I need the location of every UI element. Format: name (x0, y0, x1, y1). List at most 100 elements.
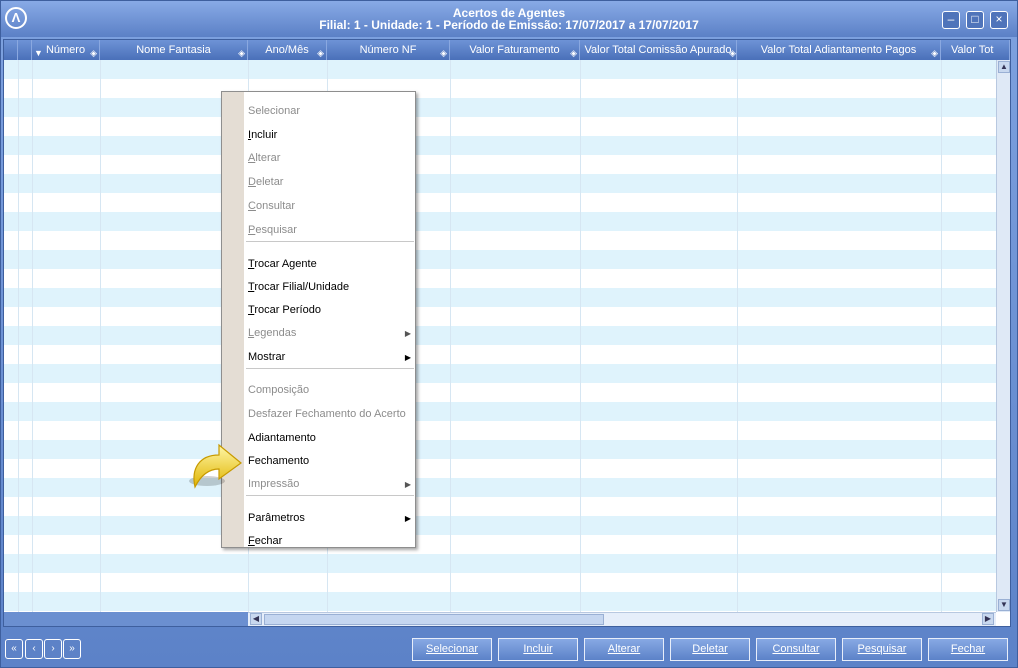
menu-item-pesquisar[interactable]: Pesquisar (248, 224, 297, 236)
table-row[interactable] (4, 250, 996, 269)
menu-item-label: rocar Período (254, 304, 321, 316)
consultar-button[interactable]: Consultar (756, 638, 836, 661)
next-record-icon[interactable]: › (44, 639, 62, 659)
data-grid[interactable]: ▼ Número ◈ Nome Fantasia ◈ Ano/Mês ◈ Núm… (3, 39, 1011, 627)
menu-item-legendas[interactable]: Legendas (248, 327, 296, 339)
table-row[interactable] (4, 592, 996, 611)
table-row[interactable] (4, 440, 996, 459)
menu-item-accelerator: F (248, 535, 255, 547)
table-row[interactable] (4, 212, 996, 231)
window-subtitle: Filial: 1 - Unidade: 1 - Período de Emis… (319, 18, 699, 32)
table-row[interactable] (4, 478, 996, 497)
table-row[interactable] (4, 535, 996, 554)
horizontal-scroll-thumb[interactable] (264, 614, 604, 625)
menu-item-accelerator: D (248, 176, 256, 188)
horizontal-scrollbar[interactable]: ◀ ▶ (248, 612, 996, 626)
menu-item-trocar-filial-unidade[interactable]: Trocar Filial/Unidade (248, 281, 349, 293)
grid-header-spacer (4, 40, 18, 60)
table-row[interactable] (4, 269, 996, 288)
table-row[interactable] (4, 155, 996, 174)
table-row[interactable] (4, 174, 996, 193)
column-header-ano-mes[interactable]: Ano/Mês ◈ (248, 40, 327, 60)
menu-item-label: Mostrar (248, 351, 286, 363)
table-row[interactable] (4, 364, 996, 383)
column-header-nome-fantasia[interactable]: Nome Fantasia ◈ (100, 40, 248, 60)
menu-item-alterar[interactable]: Alterar (248, 152, 280, 164)
grid-rows[interactable] (4, 60, 996, 612)
column-header-valor-faturamento[interactable]: Valor Faturamento ◈ (450, 40, 580, 60)
table-row[interactable] (4, 554, 996, 573)
grid-column-divider (737, 60, 738, 612)
column-header-numero-nf[interactable]: Número NF ◈ (327, 40, 450, 60)
menu-item-deletar[interactable]: Deletar (248, 176, 283, 188)
first-record-icon[interactable]: « (5, 639, 23, 659)
selecionar-button[interactable]: Selecionar (412, 638, 492, 661)
grid-column-divider (941, 60, 942, 612)
table-row[interactable] (4, 573, 996, 592)
menu-item-selecionar[interactable]: Selecionar (248, 105, 300, 117)
menu-item-label: rocar Agente (254, 258, 317, 270)
table-row[interactable] (4, 98, 996, 117)
scroll-up-icon[interactable]: ▲ (998, 61, 1010, 73)
vertical-scrollbar[interactable]: ▲ ▼ (996, 60, 1010, 612)
table-row[interactable] (4, 345, 996, 364)
table-row[interactable] (4, 193, 996, 212)
table-row[interactable] (4, 79, 996, 98)
submenu-arrow-icon: ▶ (404, 514, 411, 523)
menu-item-label: Adiantamento (248, 432, 316, 444)
menu-item-label: echar (254, 535, 283, 547)
menu-item-fechar[interactable]: Fechar (248, 535, 282, 547)
table-row[interactable] (4, 117, 996, 136)
menu-item-label: eletar (255, 176, 284, 188)
table-row[interactable] (4, 326, 996, 345)
table-row[interactable] (4, 383, 996, 402)
column-header-valor-tot[interactable]: Valor Tot (941, 40, 1010, 60)
menu-item-label: ncluir (251, 129, 278, 141)
menu-item-incluir[interactable]: Incluir (248, 129, 277, 141)
table-row[interactable] (4, 497, 996, 516)
menu-item-impressão[interactable]: Impressão (248, 478, 299, 490)
column-filter-icon: ◈ (90, 48, 97, 58)
pesquisar-button[interactable]: Pesquisar (842, 638, 922, 661)
table-row[interactable] (4, 136, 996, 155)
table-row[interactable] (4, 231, 996, 250)
incluir-button[interactable]: Incluir (498, 638, 578, 661)
menu-item-mostrar[interactable]: Mostrar (248, 351, 285, 363)
menu-item-adiantamento[interactable]: Adiantamento (248, 432, 316, 444)
alterar-button[interactable]: Alterar (584, 638, 664, 661)
column-header-numero[interactable]: ▼ Número ◈ (32, 40, 100, 60)
menu-item-trocar-agente[interactable]: Trocar Agente (248, 258, 317, 270)
scroll-down-icon[interactable]: ▼ (998, 599, 1010, 611)
column-header-valor-total-comissao[interactable]: Valor Total Comissão Apurado ◈ (580, 40, 737, 60)
table-row[interactable] (4, 459, 996, 478)
scroll-left-icon[interactable]: ◀ (250, 613, 262, 625)
table-row[interactable] (4, 288, 996, 307)
menu-item-label: Desfazer Fechamento do Acerto (248, 408, 406, 420)
menu-item-composição[interactable]: Composição (248, 384, 309, 396)
submenu-arrow-icon: ▶ (404, 329, 411, 338)
submenu-arrow-icon: ▶ (404, 480, 411, 489)
menu-item-desfazer-fechamento-do-acerto[interactable]: Desfazer Fechamento do Acerto (248, 408, 406, 420)
table-row[interactable] (4, 402, 996, 421)
menu-item-label: onsultar (255, 200, 296, 212)
menu-item-trocar-período[interactable]: Trocar Período (248, 304, 321, 316)
last-record-icon[interactable]: » (63, 639, 81, 659)
table-row[interactable] (4, 421, 996, 440)
previous-record-icon[interactable]: ‹ (25, 639, 43, 659)
menu-item-accelerator: C (248, 200, 256, 212)
minimize-icon[interactable]: – (942, 11, 960, 29)
menu-item-consultar[interactable]: Consultar (248, 200, 295, 212)
table-row[interactable] (4, 516, 996, 535)
curved-arrow-cursor-icon (189, 443, 242, 489)
menu-item-parâmetros[interactable]: Parâmetros (248, 512, 305, 524)
column-header-valor-total-adiantamento[interactable]: Valor Total Adiantamento Pagos ◈ (737, 40, 941, 60)
fechar-button[interactable]: Fechar (928, 638, 1008, 661)
table-row[interactable] (4, 307, 996, 326)
menu-item-fechamento[interactable]: Fechamento (248, 455, 309, 467)
maximize-icon[interactable]: □ (966, 11, 984, 29)
close-icon[interactable]: × (990, 11, 1008, 29)
deletar-button[interactable]: Deletar (670, 638, 750, 661)
menu-item-label: Fechamento (248, 455, 310, 467)
scroll-right-icon[interactable]: ▶ (982, 613, 994, 625)
table-row[interactable] (4, 60, 996, 79)
